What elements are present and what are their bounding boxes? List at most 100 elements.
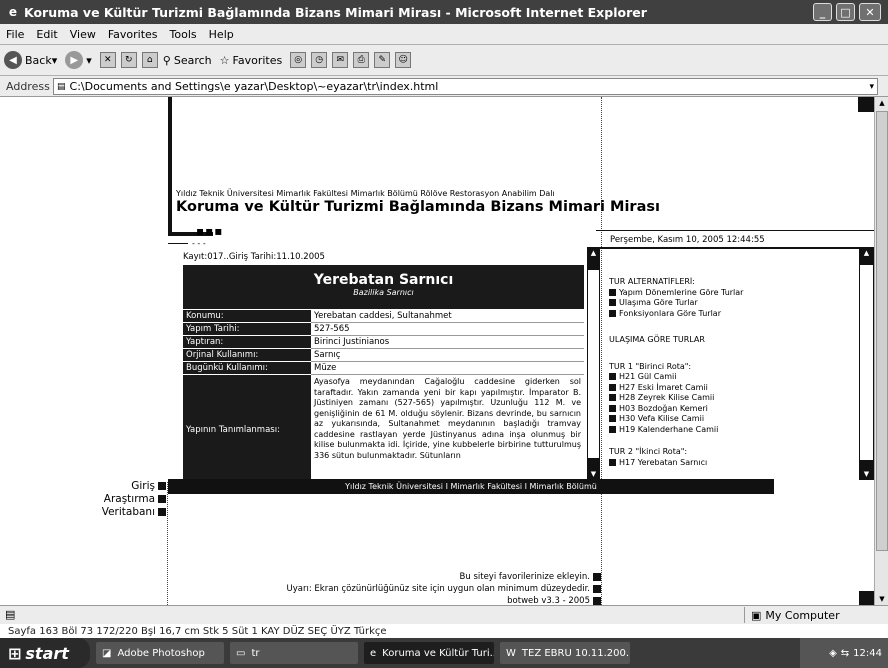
note-text: Uyarı: Ekran çözünürlüğünüz site için uy… xyxy=(286,584,590,594)
home-icon[interactable]: ⌂ xyxy=(141,52,158,68)
task-word[interactable]: W TEZ EBRU 10.11.200... xyxy=(500,642,630,664)
tour-item-label: H27 Eski İmaret Camii xyxy=(619,382,708,392)
search-label: Search xyxy=(173,53,212,67)
menu-tools[interactable]: Tools xyxy=(170,28,197,41)
record-line: Kayıt:017..Giriş Tarihi:11.10.2005 xyxy=(183,252,325,262)
right-scrollbar[interactable]: ▲ ▼ xyxy=(859,247,874,480)
edit-icon[interactable]: ✎ xyxy=(374,52,391,68)
media-icon[interactable]: ◎ xyxy=(290,52,307,68)
resolution-note: Uyarı: Ekran çözünürlüğünüz site için uy… xyxy=(250,583,601,595)
messenger-icon[interactable]: ☺ xyxy=(395,52,412,68)
windows-flag-icon: ⊞ xyxy=(8,643,22,663)
menu-view[interactable]: View xyxy=(70,28,96,41)
menu-file[interactable]: File xyxy=(6,28,24,41)
forward-button[interactable]: ▶ ▾ xyxy=(65,51,92,69)
page-scrollbar[interactable]: ▲ ▼ xyxy=(874,97,888,605)
start-button[interactable]: ⊞ start xyxy=(0,638,90,668)
address-value: C:\Documents and Settings\e yazar\Deskto… xyxy=(69,80,439,93)
tour-item[interactable]: H27 Eski İmaret Camii xyxy=(609,383,857,394)
field-label: Konumu: xyxy=(183,310,311,323)
history-icon[interactable]: ◷ xyxy=(311,52,328,68)
task-folder[interactable]: ▭ tr xyxy=(230,642,358,664)
close-button[interactable]: ✕ xyxy=(859,3,881,21)
start-label: start xyxy=(25,643,69,663)
scroll-thumb[interactable] xyxy=(876,111,888,551)
back-arrow-icon: ◀ xyxy=(4,51,22,69)
description-row: Yapının Tanımlanması: Ayasofya meydanınd… xyxy=(183,375,584,480)
field-value: Müze xyxy=(311,362,584,375)
tour-item[interactable]: H30 Vefa Kilise Camii xyxy=(609,414,857,425)
scroll-up-icon[interactable]: ▲ xyxy=(875,99,888,107)
tour-item[interactable]: H28 Zeyrek Kilise Camii xyxy=(609,393,857,404)
bullet-icon xyxy=(609,458,616,466)
field-value: 527-565 xyxy=(311,323,584,336)
description-label: Yapının Tanımlanması: xyxy=(183,375,311,480)
task-ie[interactable]: e Koruma ve Kültür Turi... xyxy=(364,642,494,664)
date-text: Perşembe, Kasım 10, 2005 12:44:55 xyxy=(610,235,765,245)
nav-label: Araştırma xyxy=(103,493,155,505)
menu-help[interactable]: Help xyxy=(209,28,234,41)
inner-scrollbar[interactable]: ▲ ▼ xyxy=(587,247,600,480)
mail-icon[interactable]: ✉ xyxy=(332,52,349,68)
task-label: Koruma ve Kültür Turi... xyxy=(382,647,494,659)
bullet-icon xyxy=(609,394,616,401)
tour-item-label: H19 Kalenderhane Camii xyxy=(619,424,719,434)
decor-line xyxy=(168,97,172,234)
print-icon[interactable]: ⎙ xyxy=(353,52,370,68)
tour-item[interactable]: H03 Bozdoğan Kemeri xyxy=(609,404,857,415)
divider xyxy=(596,230,874,231)
menu-edit[interactable]: Edit xyxy=(36,28,57,41)
bullet-icon xyxy=(609,383,616,391)
footer-bar: Yıldız Teknik Üniversitesi I Mimarlık Fa… xyxy=(168,479,774,494)
field-row: Bugünkü Kullanımı: Müze xyxy=(183,362,584,375)
network-icon[interactable]: ⇆ xyxy=(841,648,849,659)
task-label: Adobe Photoshop xyxy=(117,647,205,659)
address-input[interactable]: ▤ C:\Documents and Settings\e yazar\Desk… xyxy=(53,78,878,95)
scroll-down-icon[interactable]: ▼ xyxy=(859,470,874,478)
small-dash: - - - xyxy=(192,239,206,248)
nav-veritabani[interactable]: Veritabanı xyxy=(60,506,166,519)
bullet-icon xyxy=(158,508,166,516)
title-bar: e Koruma ve Kültür Turizmi Bağlamında Bi… xyxy=(0,0,888,24)
field-value: Sarnıç xyxy=(311,349,584,362)
bullet-icon xyxy=(593,572,601,581)
toolbar: ◀ Back ▾ ▶ ▾ ✕ ↻ ⌂ ⚲ Search ☆ Favorites ◎ ◷… xyxy=(0,45,888,76)
shield-icon[interactable]: ◈ xyxy=(829,648,837,659)
favorites-note[interactable]: Bu siteyi favorilerinize ekleyin. xyxy=(250,571,601,583)
computer-icon: ▣ xyxy=(751,608,762,622)
bullet-icon xyxy=(609,309,616,317)
monument-frame[interactable]: Yerebatan Sarnıcı Bazilika Sarnıcı Konum… xyxy=(183,265,584,480)
nav-arastirma[interactable]: Araştırma xyxy=(60,493,166,506)
field-row: Yaptıran: Birinci Justinianos xyxy=(183,336,584,349)
tour-item[interactable]: H19 Kalenderhane Camii xyxy=(609,425,857,436)
right-panel: TUR ALTERNATİFLERİ: Yapım Dönemlerine Gö… xyxy=(609,277,857,480)
scroll-up-icon[interactable]: ▲ xyxy=(587,249,600,257)
minimize-button[interactable]: _ xyxy=(813,3,832,21)
page-icon: ▤ xyxy=(57,81,66,92)
alt-label: Ulaşıma Göre Turlar xyxy=(619,298,698,307)
task-photoshop[interactable]: ◪ Adobe Photoshop xyxy=(96,642,224,664)
address-label: Address xyxy=(6,79,50,93)
ie-icon: e xyxy=(8,5,18,19)
scroll-down-icon[interactable]: ▼ xyxy=(875,595,888,603)
scroll-down-icon[interactable]: ▼ xyxy=(587,470,600,478)
tour-item[interactable]: H21 Gül Camii xyxy=(609,372,857,383)
search-button[interactable]: ⚲ Search xyxy=(163,54,212,67)
stop-icon[interactable]: ✕ xyxy=(99,52,116,68)
nav-giris[interactable]: Giriş xyxy=(60,480,166,493)
alt-link[interactable]: Ulaşıma Göre Turlar xyxy=(609,298,857,309)
chevron-down-icon[interactable]: ▾ xyxy=(869,82,874,92)
alt-link[interactable]: Yapım Dönemlerine Göre Turlar xyxy=(609,288,857,299)
field-row: Konumu: Yerebatan caddesi, Sultanahmet xyxy=(183,310,584,323)
favorites-button[interactable]: ☆ Favorites xyxy=(220,54,283,67)
refresh-icon[interactable]: ↻ xyxy=(120,52,137,68)
monument-name: Yerebatan Sarnıcı xyxy=(313,272,454,288)
tour-item[interactable]: H17 Yerebatan Sarnıcı xyxy=(609,458,857,469)
menu-favorites[interactable]: Favorites xyxy=(108,28,158,41)
scroll-up-icon[interactable]: ▲ xyxy=(859,249,874,257)
alt-link[interactable]: Fonksiyonlara Göre Turlar xyxy=(609,309,857,320)
back-button[interactable]: ◀ Back ▾ xyxy=(4,51,57,69)
scroll-track xyxy=(860,265,873,460)
window-title: Koruma ve Kültür Turizmi Bağlamında Biza… xyxy=(24,4,647,20)
maximize-button[interactable]: □ xyxy=(836,3,855,21)
